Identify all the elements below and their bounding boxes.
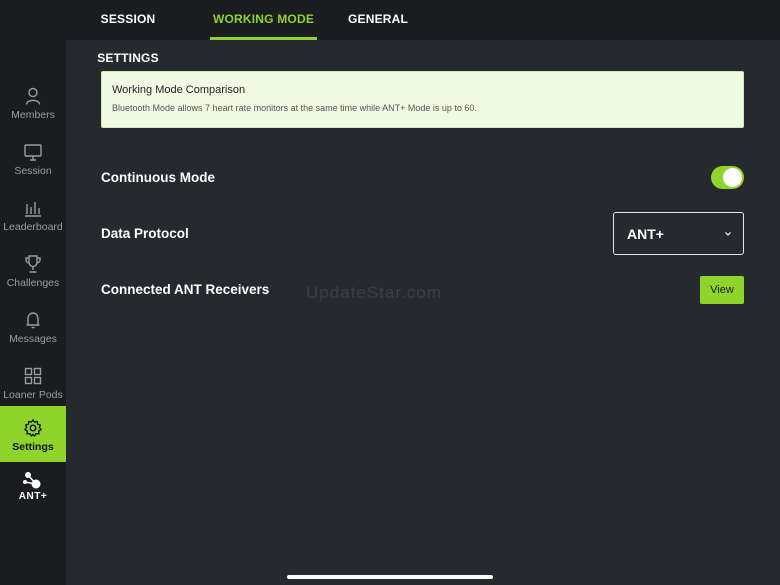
sidebar-item-settings[interactable]: Settings: [0, 406, 66, 462]
sidebar-item-label: Settings: [12, 441, 54, 453]
bell-icon: [26, 312, 40, 329]
continuous-mode-toggle[interactable]: [711, 166, 744, 189]
sidebar: Members Session Leaderboard Challenges M…: [0, 40, 66, 585]
sidebar-item-challenges[interactable]: Challenges: [0, 250, 66, 306]
data-protocol-select[interactable]: ANT+: [613, 212, 744, 255]
tab-working-mode[interactable]: WORKING MODE: [210, 0, 317, 40]
data-protocol-value: ANT+: [627, 225, 664, 242]
tab-general[interactable]: GENERAL: [348, 0, 408, 40]
sidebar-item-label: Session: [14, 165, 52, 177]
chevron-down-icon: [725, 231, 731, 236]
tab-label: WORKING MODE: [212, 12, 315, 26]
gear-icon: [24, 419, 42, 437]
grid-icon: [24, 367, 42, 385]
sidebar-item-label: Leaderboard: [3, 221, 63, 233]
home-indicator[interactable]: [287, 575, 493, 579]
trophy-icon: [25, 255, 41, 273]
sidebar-item-label: Challenges: [6, 277, 60, 289]
tab-label: SESSION SETTINGS: [97, 12, 159, 65]
tab-session-settings[interactable]: SESSION SETTINGS: [76, 0, 180, 65]
data-protocol-label: Data Protocol: [101, 226, 189, 241]
ant-plus-logo: ANT+: [0, 470, 66, 520]
info-title: Working Mode Comparison: [112, 84, 246, 96]
leaderboard-icon: [25, 202, 41, 217]
connected-receivers-label: Connected ANT Receivers: [101, 282, 270, 297]
working-mode-info-box: Working Mode Comparison Bluetooth Mode a…: [101, 71, 744, 128]
person-icon: [25, 87, 41, 105]
ant-plus-label: ANT+: [18, 491, 48, 502]
sidebar-item-label: Messages: [9, 333, 57, 345]
view-receivers-button[interactable]: View: [700, 276, 744, 304]
sidebar-item-leaderboard[interactable]: Leaderboard: [0, 194, 66, 250]
watermark: UpdateStar.com: [306, 283, 442, 302]
active-tab-indicator: [210, 37, 317, 40]
info-text: Bluetooth Mode allows 7 heart rate monit…: [112, 103, 477, 113]
sidebar-item-members[interactable]: Members: [0, 82, 66, 138]
continuous-mode-label: Continuous Mode: [101, 170, 215, 185]
sidebar-item-session[interactable]: Session: [0, 138, 66, 194]
top-tab-bar: SESSION SETTINGS WORKING MODE GENERAL: [0, 0, 780, 65]
monitor-icon: [24, 144, 42, 161]
toggle-knob: [723, 168, 742, 187]
sidebar-item-label: Members: [11, 109, 55, 121]
sidebar-item-label: Loaner Pods: [3, 389, 63, 401]
ant-plus-icon: [23, 472, 41, 489]
tab-label: GENERAL: [348, 12, 409, 26]
sidebar-item-messages[interactable]: Messages: [0, 306, 66, 362]
